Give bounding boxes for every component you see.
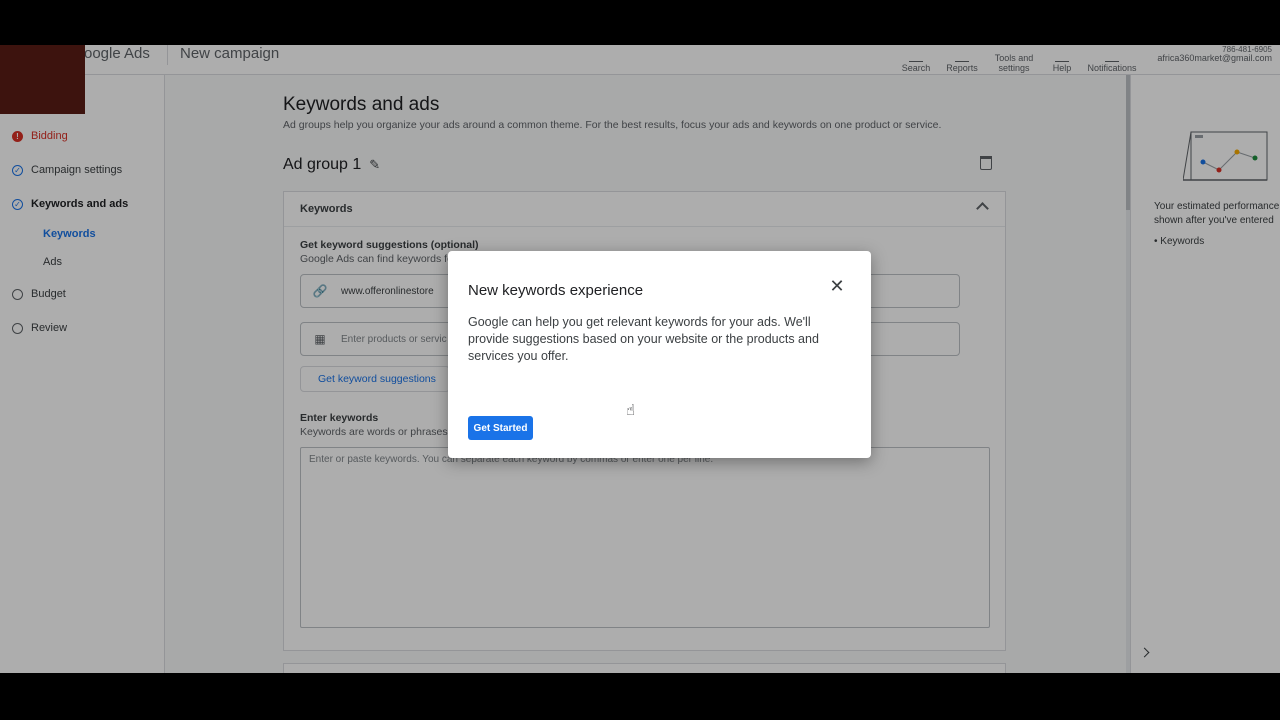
dialog-title: New keywords experience bbox=[468, 282, 644, 299]
video-letterbox-bottom bbox=[0, 673, 1280, 720]
video-letterbox-top bbox=[0, 0, 1280, 45]
close-icon[interactable]: ✕ bbox=[827, 276, 847, 296]
dialog-body: Google can help you get relevant keyword… bbox=[468, 315, 819, 363]
get-started-button[interactable]: Get Started bbox=[468, 416, 533, 440]
new-keywords-dialog: New keywords experience ✕ Google can hel… bbox=[448, 251, 871, 458]
hand-pointer-icon: ☝ bbox=[626, 402, 636, 419]
